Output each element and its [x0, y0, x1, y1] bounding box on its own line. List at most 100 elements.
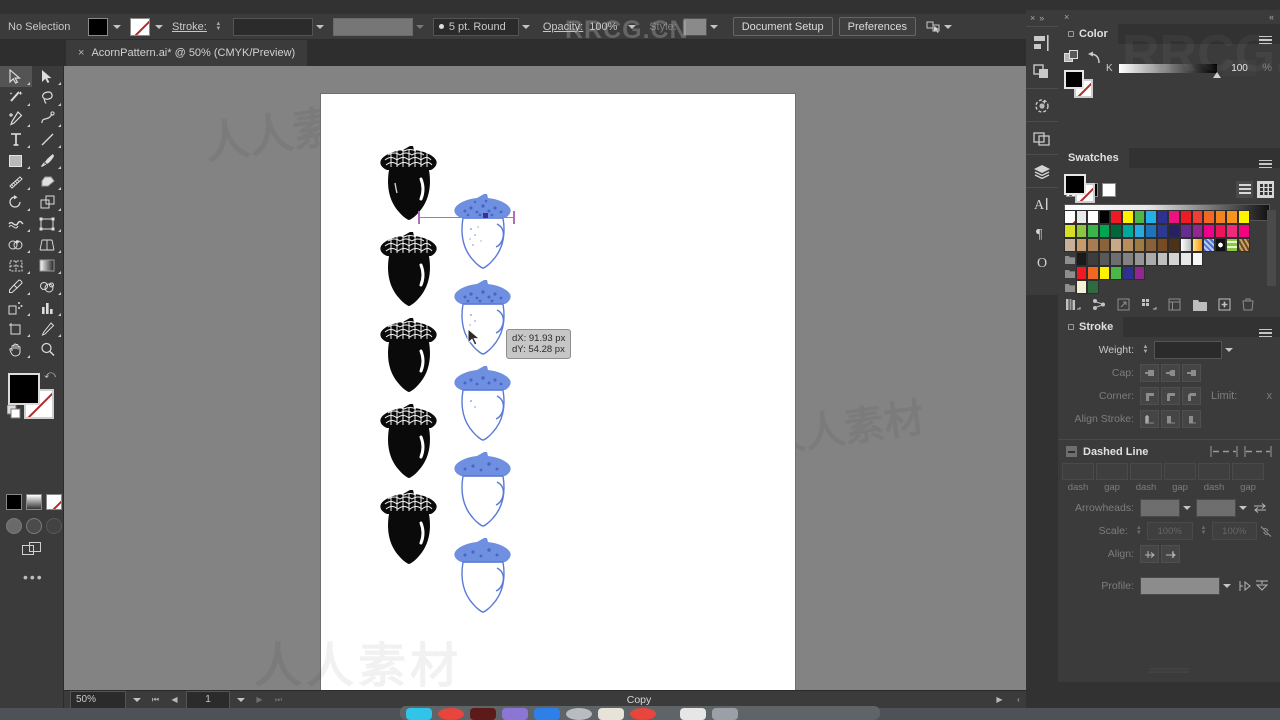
swatch[interactable] — [1179, 210, 1192, 224]
color-fill-swatch[interactable] — [1064, 70, 1084, 89]
align-dashes-end-button[interactable] — [1161, 545, 1180, 563]
color-button[interactable] — [6, 494, 22, 510]
tab-swatches[interactable]: Swatches — [1058, 148, 1129, 168]
color-harmony-icon[interactable] — [1092, 298, 1106, 311]
swatch[interactable] — [1156, 224, 1169, 238]
swatches-grid[interactable] — [1064, 210, 1276, 294]
swatch[interactable] — [1121, 252, 1134, 266]
acorn-black-4[interactable] — [377, 401, 441, 479]
pen-tool[interactable] — [0, 108, 32, 129]
hand-tool[interactable] — [0, 339, 32, 360]
draw-inside-button[interactable] — [46, 518, 62, 534]
stroke-weight-input[interactable] — [232, 17, 313, 36]
weight-input[interactable] — [1154, 341, 1222, 359]
none-button[interactable] — [46, 494, 62, 510]
swatch[interactable] — [1145, 238, 1157, 252]
previous-artboard-button[interactable]: ◀ — [167, 693, 182, 707]
swatch[interactable] — [1110, 252, 1122, 266]
dash-3-input[interactable] — [1198, 463, 1230, 480]
acorn-black-5[interactable] — [377, 487, 441, 565]
dash-align-corners-icon[interactable] — [1244, 445, 1272, 458]
panel-close-icon[interactable]: × — [1064, 12, 1069, 22]
dock-icon[interactable] — [438, 708, 464, 720]
canvas-area[interactable]: 人人素材 人人素材 人人素材 — [64, 66, 1026, 690]
align-panel-icon[interactable] — [1030, 32, 1054, 54]
last-artboard-button[interactable]: ⏭ — [271, 693, 286, 707]
color-fill-stroke-toggle-icon[interactable] — [1064, 50, 1079, 65]
stroke-label[interactable]: Stroke: — [172, 21, 207, 33]
swap-arrowheads-icon[interactable] — [1253, 502, 1267, 514]
swatches-proxy[interactable] — [1064, 174, 1098, 204]
rail-close-icon[interactable]: × — [1030, 13, 1035, 23]
scale-start-stepper[interactable]: ▲ ▼ — [1134, 525, 1144, 536]
swatch-pattern-blue[interactable] — [1203, 238, 1215, 252]
artboard[interactable] — [320, 93, 796, 690]
acorn-blue-4[interactable] — [451, 449, 515, 527]
default-fill-stroke-icon[interactable] — [6, 404, 21, 424]
projecting-cap-button[interactable] — [1182, 364, 1201, 382]
swatch[interactable] — [1098, 252, 1111, 266]
swatch[interactable] — [1237, 224, 1250, 238]
opacity-label[interactable]: Opacity: — [543, 21, 583, 33]
swatch[interactable] — [1121, 238, 1134, 252]
swatch[interactable] — [1110, 238, 1122, 252]
opacity-value[interactable]: 100% — [589, 21, 619, 33]
swatch[interactable] — [1214, 224, 1227, 238]
close-icon[interactable]: × — [78, 47, 84, 59]
arrowhead-start-select[interactable] — [1140, 499, 1180, 517]
scale-tool[interactable] — [32, 192, 64, 213]
draw-normal-button[interactable] — [6, 518, 22, 534]
swatch[interactable] — [1121, 210, 1134, 224]
swatch[interactable] — [1214, 210, 1227, 224]
flip-profile-horizontal-icon[interactable] — [1238, 580, 1252, 592]
status-menu-icon[interactable]: ▶ — [992, 693, 1007, 707]
dock-icon[interactable] — [470, 708, 496, 720]
swatch[interactable] — [1075, 280, 1088, 294]
stroke-panel-menu-icon[interactable] — [1259, 328, 1280, 337]
zoom-level-input[interactable]: 50% — [70, 690, 126, 709]
k-slider-thumb[interactable] — [1212, 71, 1221, 78]
layers-panel-icon[interactable] — [1030, 160, 1054, 182]
acorn-blue-5[interactable] — [451, 535, 515, 613]
swatch[interactable] — [1098, 210, 1111, 224]
shaper-tool[interactable] — [0, 171, 32, 192]
swatch[interactable] — [1121, 224, 1134, 238]
rotate-tool[interactable] — [0, 192, 32, 213]
scale-start-input[interactable]: 100% — [1146, 522, 1193, 540]
swatch[interactable] — [1075, 238, 1088, 252]
zoom-dropdown-icon[interactable] — [130, 691, 144, 709]
selection-tool[interactable] — [0, 66, 32, 87]
swatch[interactable] — [1203, 210, 1215, 224]
swatch-pattern-dot[interactable] — [1214, 238, 1227, 252]
new-color-group-icon[interactable] — [1193, 299, 1207, 311]
swatch[interactable] — [1075, 252, 1088, 266]
swatch[interactable] — [1168, 238, 1180, 252]
variable-width-profile-field[interactable] — [332, 17, 413, 36]
swatch[interactable] — [1133, 210, 1146, 224]
tab-color[interactable]: Color — [1058, 24, 1118, 44]
rail-expand-icon[interactable]: » — [1039, 13, 1044, 23]
profile-dropdown-icon[interactable] — [1220, 577, 1234, 595]
color-panel-menu-icon[interactable] — [1259, 35, 1280, 44]
swatches-fill-swatch[interactable] — [1064, 174, 1086, 195]
align-stroke-outside-button[interactable] — [1182, 410, 1201, 428]
swatch[interactable] — [1237, 210, 1250, 224]
stroke-weight-stepper[interactable]: ▲ ▼ — [213, 18, 224, 36]
artboard-dropdown-icon[interactable] — [234, 691, 248, 709]
magic-wand-tool[interactable] — [0, 87, 32, 108]
delete-swatch-icon[interactable] — [1242, 298, 1254, 311]
mesh-tool[interactable] — [0, 255, 32, 276]
curvature-tool[interactable] — [32, 108, 64, 129]
select-similar-dropdown-icon[interactable] — [941, 18, 955, 36]
swatch-pattern-green[interactable] — [1226, 238, 1238, 252]
gap-2-input[interactable] — [1164, 463, 1196, 480]
swatch[interactable] — [1064, 238, 1076, 252]
gradient-tool[interactable] — [32, 255, 64, 276]
swatches-panel-menu-icon[interactable] — [1259, 159, 1280, 168]
new-swatch-icon[interactable] — [1218, 298, 1231, 311]
width-tool[interactable] — [0, 213, 32, 234]
swatch[interactable] — [1121, 266, 1134, 280]
swatch[interactable] — [1098, 266, 1111, 280]
swatch[interactable] — [1075, 266, 1088, 280]
stroke-dropdown-icon[interactable] — [152, 18, 166, 36]
